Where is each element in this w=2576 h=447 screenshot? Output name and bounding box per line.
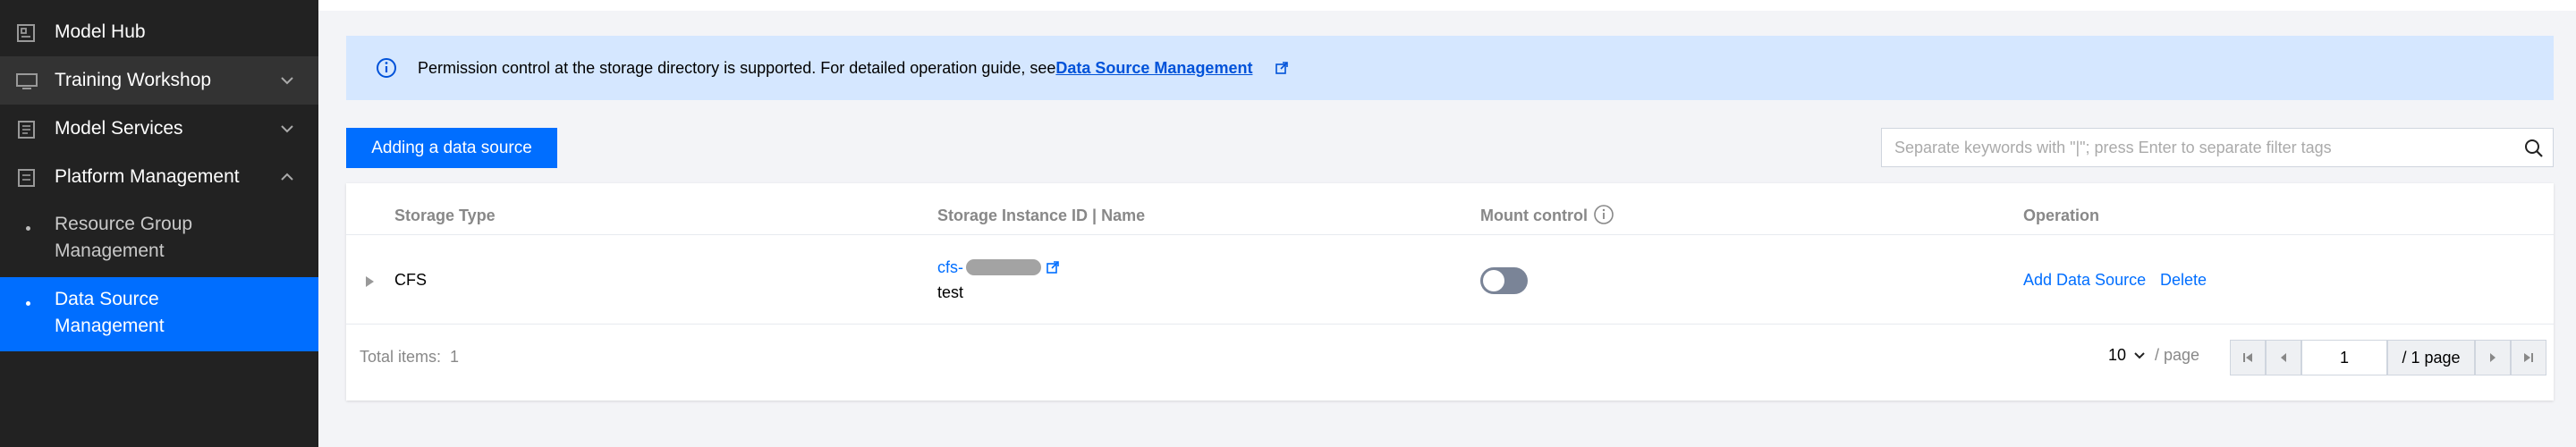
info-banner: Permission control at the storage direct… xyxy=(346,36,2554,100)
bullet-dot xyxy=(26,301,30,306)
expand-row-icon[interactable] xyxy=(366,276,374,287)
first-page-icon xyxy=(2243,353,2252,362)
first-page-button[interactable] xyxy=(2230,340,2266,375)
next-page-button[interactable] xyxy=(2475,340,2511,375)
sidebar-subitem-data-source-management[interactable]: Data Source Management xyxy=(0,277,318,351)
platform-doc-icon xyxy=(18,169,35,187)
model-hub-icon xyxy=(17,24,35,42)
sidebar-item-label: Training Workshop xyxy=(55,70,212,90)
last-page-icon xyxy=(2524,353,2533,362)
sidebar-subitem-label-line2: Management xyxy=(55,240,165,261)
search-box xyxy=(1881,128,2554,167)
total-items-count: 1 xyxy=(450,348,460,366)
prev-page-button[interactable] xyxy=(2266,340,2301,375)
external-link-icon[interactable] xyxy=(1046,260,1060,274)
external-link-icon[interactable] xyxy=(1275,61,1289,75)
search-icon[interactable] xyxy=(2523,138,2545,159)
bullet-dot xyxy=(26,226,30,231)
column-header-operation: Operation xyxy=(2023,207,2100,224)
sidebar-item-model-hub[interactable]: Model Hub xyxy=(0,8,318,56)
add-data-source-button[interactable]: Adding a data source xyxy=(346,128,557,168)
chevron-down-icon[interactable] xyxy=(2133,351,2146,360)
sidebar-item-label: Platform Management xyxy=(55,166,240,187)
total-items: Total items: 1 xyxy=(360,348,459,367)
delete-link[interactable]: Delete xyxy=(2160,271,2207,290)
monitor-icon xyxy=(16,73,38,89)
banner-text: Permission control at the storage direct… xyxy=(418,59,1252,78)
add-data-source-link[interactable]: Add Data Source xyxy=(2023,271,2146,290)
sidebar-item-label: Model Hub xyxy=(55,21,146,42)
sidebar-item-model-services[interactable]: Model Services xyxy=(0,105,318,153)
page-size-select[interactable]: 10 xyxy=(2108,346,2126,365)
banner-link-data-source-management[interactable]: Data Source Management xyxy=(1055,59,1252,77)
top-strip xyxy=(318,0,2576,11)
sidebar-item-training-workshop[interactable]: Training Workshop xyxy=(0,56,318,105)
toggle-knob xyxy=(1483,270,1504,291)
instance-name-cell: test xyxy=(937,283,964,301)
redacted-instance-id xyxy=(966,259,1041,275)
search-input[interactable] xyxy=(1882,129,2499,166)
sidebar-subitem-label-line2: Management xyxy=(55,316,165,336)
banner-message: Permission control at the storage direct… xyxy=(418,59,1056,77)
service-doc-icon xyxy=(18,121,35,139)
next-page-icon xyxy=(2490,353,2496,362)
sidebar-subitem-resource-group-management[interactable]: Resource Group Management xyxy=(0,204,318,274)
help-info-icon[interactable] xyxy=(1593,204,1614,225)
total-pages: / 1 page xyxy=(2387,340,2475,375)
per-page-label: / page xyxy=(2155,346,2200,364)
last-page-button[interactable] xyxy=(2511,340,2546,375)
prev-page-icon xyxy=(2281,353,2286,362)
chevron-down-icon xyxy=(281,77,293,85)
current-page-input[interactable] xyxy=(2301,340,2387,375)
sidebar-item-platform-management[interactable]: Platform Management xyxy=(0,153,318,201)
column-header-mount-control: Mount control xyxy=(1480,207,1588,224)
sidebar-subitem-label-line1: Data Source xyxy=(55,289,159,309)
column-header-instance-id-name: Storage Instance ID | Name xyxy=(937,207,1146,224)
sidebar: Model Hub Training Workshop Model Servic… xyxy=(0,0,318,447)
pagination-controls: / 1 page xyxy=(2230,340,2546,375)
mount-control-toggle[interactable] xyxy=(1480,267,1528,294)
instance-id-link[interactable]: cfs- xyxy=(937,258,963,277)
data-source-table: Storage Type Storage Instance ID | Name … xyxy=(346,183,2554,401)
column-header-storage-type: Storage Type xyxy=(394,207,496,224)
chevron-up-icon xyxy=(281,173,293,181)
row-divider xyxy=(346,324,2554,325)
info-icon xyxy=(377,58,396,78)
total-items-label: Total items: xyxy=(360,348,442,366)
storage-type-cell: CFS xyxy=(394,271,427,289)
sidebar-item-label: Model Services xyxy=(55,118,183,139)
sidebar-subitem-label-line1: Resource Group xyxy=(55,214,193,234)
header-divider xyxy=(346,234,2554,235)
chevron-down-icon xyxy=(281,125,293,133)
